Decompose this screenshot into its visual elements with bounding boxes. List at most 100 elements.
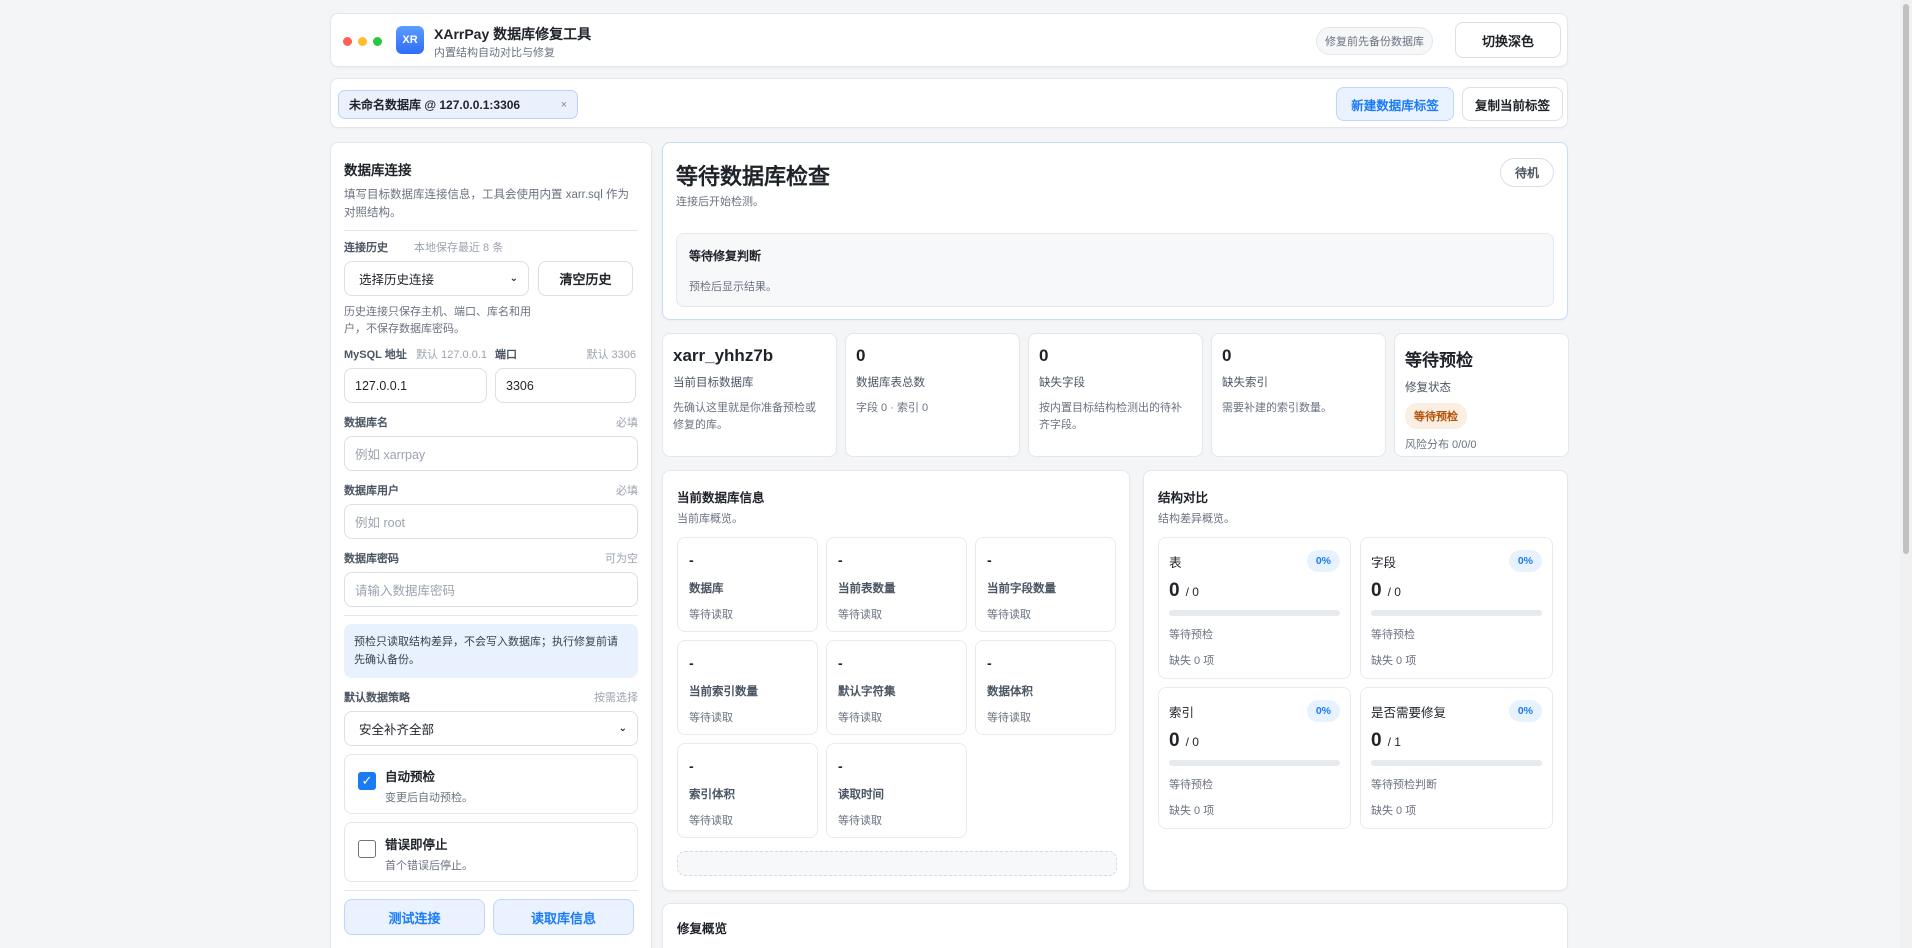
tile-value: - <box>689 655 806 677</box>
read-info-button[interactable]: 读取库信息 <box>493 899 634 935</box>
divider <box>344 615 638 616</box>
tile-label: 当前表数量 <box>838 580 955 596</box>
close-dot-icon[interactable] <box>343 37 352 46</box>
repair-judgement: 等待修复判断 预检后显示结果。 <box>676 233 1554 307</box>
compare-total: / 0 <box>1388 585 1401 599</box>
stat-repair-status: 等待预检修复状态等待预检风险分布 0/0/0 <box>1394 333 1569 457</box>
panel-title: 数据库连接 <box>344 159 638 179</box>
tile-value: - <box>689 758 806 780</box>
new-tab-button[interactable]: 新建数据库标签 <box>1336 87 1454 121</box>
page-scrollbar[interactable] <box>1900 0 1912 948</box>
tab-database[interactable]: 未命名数据库 @ 127.0.0.1:3306 × <box>338 90 578 119</box>
test-connection-button[interactable]: 测试连接 <box>344 899 485 935</box>
app-subtitle: 内置结构自动对比与修复 <box>434 44 555 60</box>
checkbox-checked-icon[interactable]: ✓ <box>358 772 376 790</box>
copy-tab-button[interactable]: 复制当前标签 <box>1462 87 1563 121</box>
compare-missing: 缺失 0 项 <box>1169 652 1340 668</box>
judgement-desc: 预检后显示结果。 <box>689 278 1541 294</box>
tile-value: - <box>838 655 955 677</box>
compare-subtitle: 结构差异概览。 <box>1158 510 1235 526</box>
repair-overview-title: 修复概览 <box>677 918 727 937</box>
status-hero: 等待数据库检查 连接后开始检测。 待机 等待修复判断 预检后显示结果。 <box>662 142 1568 320</box>
compare-status: 等待预检判断 <box>1371 776 1542 792</box>
stop-on-error-option[interactable]: 错误即停止首个错误后停止。 <box>344 822 638 882</box>
auto-check-desc: 变更后自动预检。 <box>385 792 473 804</box>
stat-desc: 按内置目标结构检测出的待补齐字段。 <box>1039 400 1192 434</box>
stat-value: 0 <box>1039 346 1192 366</box>
db-user-label: 数据库用户 <box>344 482 399 498</box>
app-title: XArrPay 数据库修复工具 <box>434 24 591 44</box>
tile-label: 默认字符集 <box>838 683 955 699</box>
compare-percent-badge: 0% <box>1509 700 1542 722</box>
minimize-dot-icon[interactable] <box>358 37 367 46</box>
compare-title: 结构对比 <box>1158 487 1208 506</box>
tile-label: 读取时间 <box>838 786 955 802</box>
history-hint: 本地保存最近 8 条 <box>414 239 503 255</box>
stat-value: 等待预检 <box>1405 346 1558 371</box>
history-select[interactable]: 选择历史连接⌄ <box>344 261 529 296</box>
connection-panel: 数据库连接 填写目标数据库连接信息，工具会使用内置 xarr.sql 作为对照结… <box>330 142 652 948</box>
stat-value: 0 <box>856 346 1009 366</box>
tile-status: 等待读取 <box>838 709 955 725</box>
hero-subtitle: 连接后开始检测。 <box>676 193 764 209</box>
history-note: 历史连接只保存主机、端口、库名和用户，不保存数据库密码。 <box>344 304 534 338</box>
db-info-tile: -当前索引数量等待读取 <box>677 640 818 735</box>
compare-name: 字段 <box>1371 552 1396 571</box>
db-info-title: 当前数据库信息 <box>677 487 765 506</box>
strategy-select[interactable]: 安全补齐全部⌄ <box>344 711 638 746</box>
status-badge: 待机 <box>1500 158 1554 187</box>
divider <box>344 230 638 231</box>
tile-status: 等待读取 <box>987 709 1104 725</box>
stop-on-error-title: 错误即停止 <box>385 834 473 853</box>
compare-name: 是否需要修复 <box>1371 702 1446 721</box>
compare-percent-badge: 0% <box>1307 550 1340 572</box>
tile-label: 数据库 <box>689 580 806 596</box>
compare-percent-badge: 0% <box>1509 550 1542 572</box>
db-user-input[interactable]: 例如 root <box>344 504 638 539</box>
compare-percent-badge: 0% <box>1307 700 1340 722</box>
chevron-down-icon: ⌄ <box>619 723 627 734</box>
compare-total: / 0 <box>1186 585 1199 599</box>
stat-missing-indexes: 0缺失索引需要补建的索引数量。 <box>1211 333 1386 457</box>
chevron-down-icon: ⌄ <box>510 273 518 284</box>
compare-name: 索引 <box>1169 702 1194 721</box>
compare-value: 0 <box>1169 730 1180 751</box>
stat-label: 数据库表总数 <box>856 374 1009 390</box>
maximize-dot-icon[interactable] <box>373 37 382 46</box>
db-info-subtitle: 当前库概览。 <box>677 510 743 526</box>
stat-value: 0 <box>1222 346 1375 366</box>
stat-label: 缺失字段 <box>1039 374 1192 390</box>
tile-status: 等待读取 <box>689 606 806 622</box>
compare-total: / 1 <box>1388 735 1401 749</box>
clear-history-button[interactable]: 清空历史 <box>538 261 633 296</box>
compare-status: 等待预检 <box>1169 776 1340 792</box>
stat-label: 修复状态 <box>1405 379 1558 395</box>
tile-label: 索引体积 <box>689 786 806 802</box>
db-password-input[interactable]: 请输入数据库密码 <box>344 572 638 607</box>
tab-close-icon[interactable]: × <box>561 99 567 111</box>
compare-status: 等待预检 <box>1371 626 1542 642</box>
db-name-input[interactable]: 例如 xarrpay <box>344 436 638 471</box>
db-info-tile: -数据体积等待读取 <box>975 640 1116 735</box>
repair-status-badge: 等待预检 <box>1405 403 1467 429</box>
tab-label: 未命名数据库 @ 127.0.0.1:3306 <box>349 96 520 113</box>
stat-desc: 风险分布 0/0/0 <box>1405 437 1558 454</box>
auto-check-option[interactable]: ✓自动预检变更后自动预检。 <box>344 754 638 814</box>
tile-value: - <box>987 655 1104 677</box>
compare-name: 表 <box>1169 552 1182 571</box>
toggle-dark-button[interactable]: 切换深色 <box>1455 22 1561 58</box>
hero-title: 等待数据库检查 <box>676 159 830 191</box>
db-password-hint: 可为空 <box>605 550 638 566</box>
stat-target-db: xarr_yhhz7b当前目标数据库先确认这里就是你准备预检或修复的库。 <box>662 333 837 457</box>
db-info-tile: -数据库等待读取 <box>677 537 818 632</box>
port-input[interactable]: 3306 <box>495 368 636 403</box>
host-input[interactable]: 127.0.0.1 <box>344 368 487 403</box>
checkbox-unchecked-icon[interactable] <box>358 840 376 858</box>
structure-compare-panel: 结构对比 结构差异概览。 表0%0/ 0等待预检缺失 0 项字段0%0/ 0等待… <box>1143 470 1568 891</box>
compare-total: / 0 <box>1186 735 1199 749</box>
strategy-label: 默认数据策略 <box>344 689 410 705</box>
compare-value: 0 <box>1371 730 1382 751</box>
stat-label: 缺失索引 <box>1222 374 1375 390</box>
scrollbar-thumb[interactable] <box>1903 4 1909 554</box>
tile-label: 当前字段数量 <box>987 580 1104 596</box>
